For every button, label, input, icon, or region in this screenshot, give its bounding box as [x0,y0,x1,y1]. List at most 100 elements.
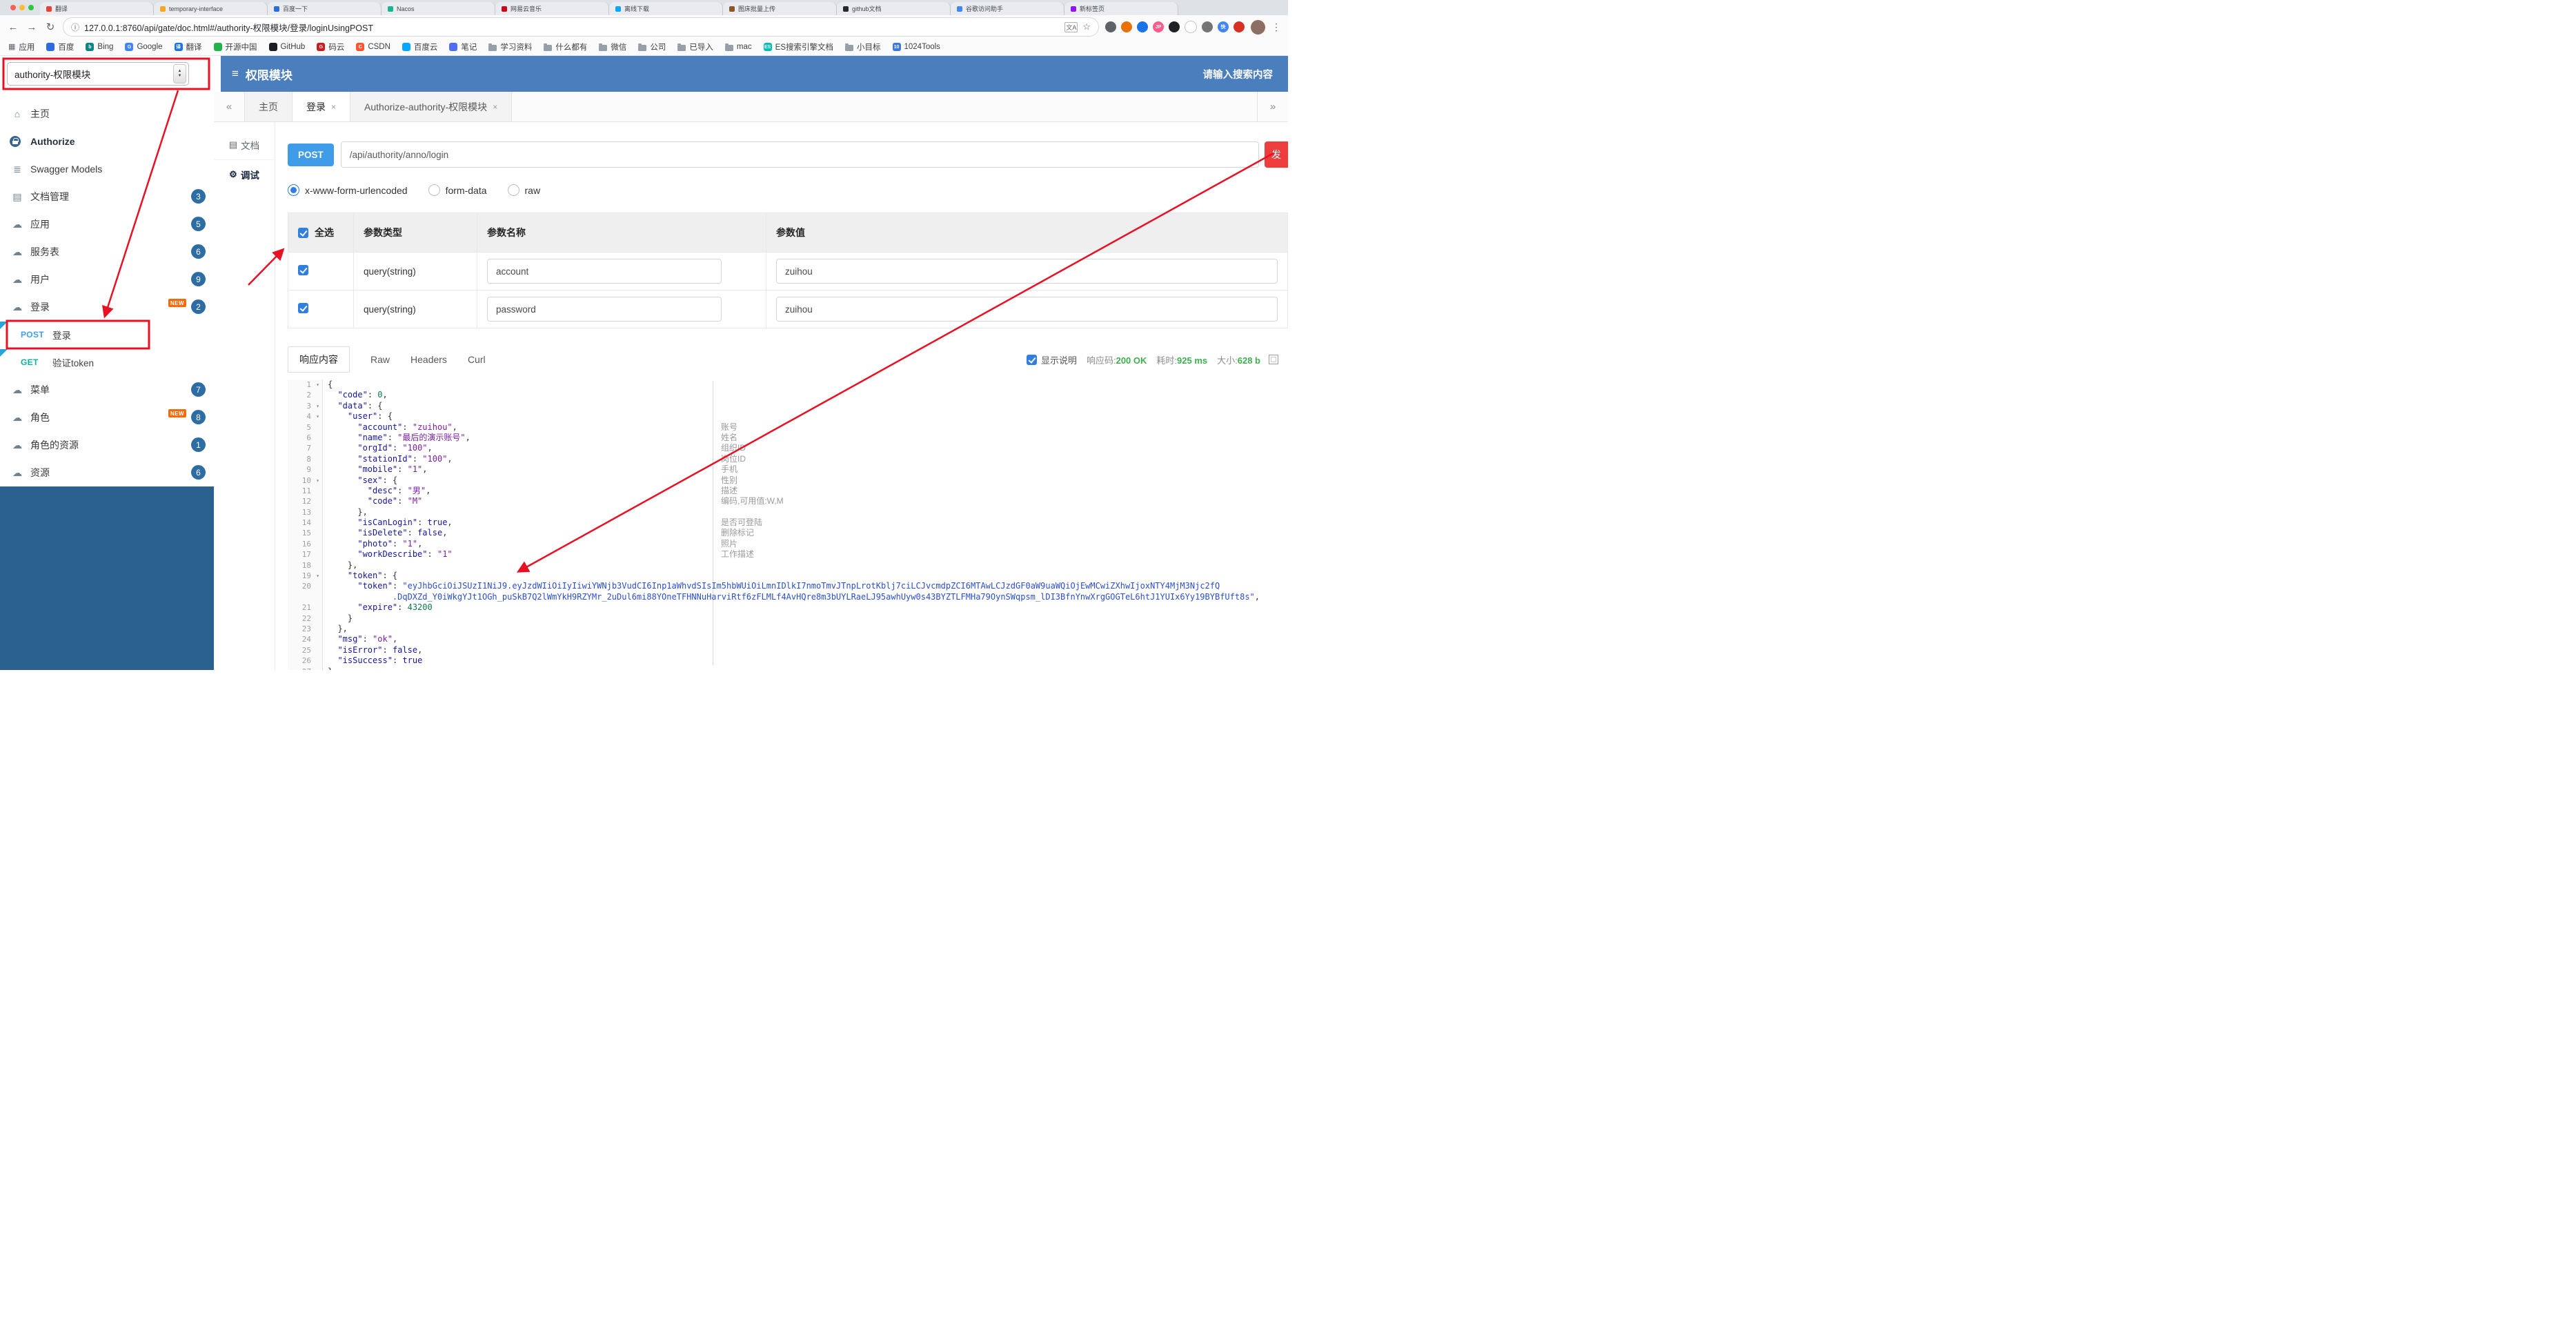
bookmark-item[interactable]: 百度云 [402,41,437,52]
select-all-checkbox[interactable] [298,227,308,238]
sidebar-item[interactable]: ☁ 登录 NEW 2 [0,293,214,321]
address-url[interactable]: 127.0.0.1:8760/api/gate/doc.html#/author… [84,21,1060,34]
response-tab[interactable]: Curl [468,354,486,365]
forward-icon[interactable]: → [26,21,38,33]
sidebar-api-post[interactable]: POST 登录 [0,321,214,348]
bookmark-item[interactable]: ▦ 应用 [8,41,34,52]
browser-tab[interactable]: github文档 [837,2,951,15]
fold-icon[interactable]: ▾ [313,400,323,412]
response-tab[interactable]: 响应内容 [288,346,350,373]
bookmark-item[interactable]: 10 1024Tools [892,43,940,51]
content-type-radio[interactable]: raw [507,184,540,196]
maximize-window-icon[interactable] [28,5,34,10]
bookmark-item[interactable]: 百度 [46,41,74,52]
show-desc-checkbox[interactable] [1026,354,1037,365]
sidebar-item[interactable]: ▤ 文档管理 3 [0,183,214,210]
tabs-scroll-right-icon[interactable]: » [1257,92,1288,121]
browser-tab[interactable]: 百度一下 [268,2,382,15]
bookmark-item[interactable]: 什么都有 [544,41,587,52]
header-search-input[interactable]: 请输入搜索内容 [1203,67,1274,81]
bookmark-item[interactable]: 学习资料 [488,41,532,52]
bookmark-item[interactable]: 小目标 [845,41,881,52]
row-checkbox[interactable] [298,265,308,275]
extension-icon[interactable]: 快 [1218,21,1229,32]
browser-tab[interactable]: 网易云音乐 [495,2,609,15]
bookmark-item[interactable]: mac [724,43,752,51]
bookmark-item[interactable]: 笔记 [449,41,477,52]
content-type-radio[interactable]: form-data [428,184,487,196]
bookmark-item[interactable]: C CSDN [356,43,390,51]
sidebar-api-get[interactable]: GET 验证token [0,348,214,376]
response-code-editor[interactable]: 1 ▾{2 "code": 0, 3 ▾ "data": {4 ▾ "user": {5… [288,380,1288,670]
browser-tab[interactable]: 离线下载 [609,2,723,15]
page-info-icon[interactable]: ⓘ [71,21,79,33]
extension-icon[interactable] [1233,21,1245,32]
bookmark-item[interactable]: ES ES搜索引擎文档 [763,41,833,52]
extension-icon[interactable] [1137,21,1148,32]
browser-tab[interactable]: 谷歌访问助手 [951,2,1064,15]
browser-tab[interactable]: temporary-interface [154,2,268,15]
translate-icon[interactable]: 文A [1064,21,1078,32]
bookmark-item[interactable]: G 码云 [317,41,344,52]
request-url-input[interactable] [340,141,1259,168]
send-button[interactable]: 发 [1265,141,1288,168]
tabs-scroll-left-icon[interactable]: « [214,92,245,121]
extension-icon[interactable] [1169,21,1180,32]
browser-tab[interactable]: 图床批量上传 [723,2,837,15]
browser-tab[interactable]: Nacos [382,2,495,15]
bookmark-item[interactable]: b Bing [86,43,113,51]
sidebar-item[interactable]: ⌂ 主页 [0,100,214,128]
reload-icon[interactable]: ↻ [44,21,57,33]
menu-toggle-icon[interactable]: ≡ [232,67,239,81]
bookmark-item[interactable]: GitHub [268,43,305,51]
extension-icon[interactable] [1202,21,1213,32]
content-tab[interactable]: 主页 [245,92,293,121]
fold-icon[interactable]: ▾ [313,411,323,422]
bookmark-item[interactable]: G Google [125,43,163,51]
bookmark-item[interactable]: 公司 [638,41,666,52]
row-checkbox[interactable] [298,303,308,313]
close-icon[interactable]: × [331,102,336,112]
sidebar-item[interactable]: ☁ 角色 NEW 8 [0,404,214,431]
bookmark-star-icon[interactable]: ☆ [1082,21,1091,32]
fold-icon[interactable]: ▾ [313,571,323,582]
browser-tab[interactable]: 翻译 [40,2,154,15]
extension-icon[interactable] [1185,21,1197,33]
bookmark-item[interactable]: 译翻译 [174,41,202,52]
fold-icon[interactable]: ▾ [313,475,323,486]
sidebar-item[interactable]: ☁ 菜单 7 [0,376,214,404]
back-icon[interactable]: ← [7,21,19,33]
param-name-input[interactable] [487,297,722,322]
doc-tab-debug[interactable]: ⚙ 调试 [214,160,275,189]
minimize-window-icon[interactable] [19,5,25,10]
fullscreen-icon[interactable] [1269,355,1278,364]
response-tab[interactable]: Headers [410,354,447,365]
close-window-icon[interactable] [10,5,16,10]
close-icon[interactable]: × [493,102,497,112]
bookmark-item[interactable]: 开源中国 [213,41,257,52]
fold-icon[interactable]: ▾ [313,380,323,391]
extension-icon[interactable] [1105,21,1116,32]
address-bar[interactable]: ⓘ 127.0.0.1:8760/api/gate/doc.html#/auth… [63,17,1099,37]
extension-icon[interactable] [1121,21,1132,32]
sidebar-item[interactable]: ☁ 应用 5 [0,210,214,238]
content-tab[interactable]: Authorize-authority-权限模块 × [350,92,513,121]
param-value-input[interactable] [776,297,1278,322]
sidebar-item[interactable]: ☁ 资源 6 [0,459,214,486]
browser-menu-icon[interactable]: ⋮ [1271,21,1281,33]
content-tab[interactable]: 登录 × [293,92,351,121]
content-type-radio[interactable]: x-www-form-urlencoded [288,184,408,196]
sidebar-item[interactable]: ☁ 角色的资源 1 [0,431,214,459]
param-value-input[interactable] [776,259,1278,284]
response-tab[interactable]: Raw [370,354,390,365]
sidebar-item[interactable]: ≣ Swagger Models [0,155,214,183]
sidebar-item[interactable]: ☁ 用户 9 [0,266,214,293]
extension-icon[interactable]: JP [1153,21,1164,32]
param-name-input[interactable] [487,259,722,284]
browser-tab[interactable]: 新标签页 [1064,2,1178,15]
sidebar-item[interactable]: ☁ 服务表 6 [0,238,214,266]
profile-avatar[interactable] [1251,19,1265,35]
doc-tab-doc[interactable]: ▤ 文档 [214,130,275,160]
select-stepper-icon[interactable]: ▲ ▼ [173,64,186,83]
sidebar-item[interactable]: Authorize [0,128,214,155]
